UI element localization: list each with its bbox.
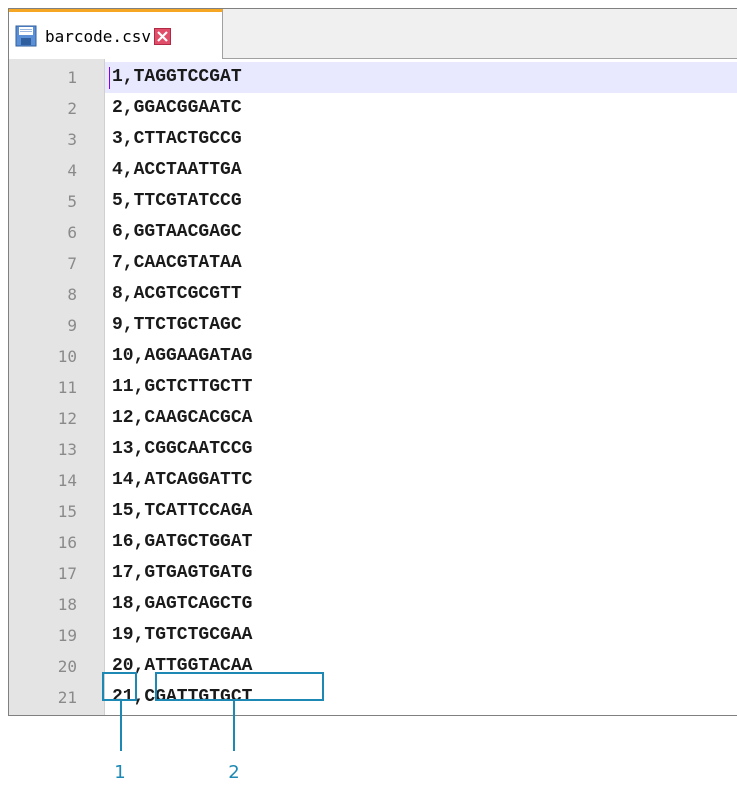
line-number: 8 <box>67 285 77 304</box>
line-number: 21 <box>57 688 77 707</box>
callout-box-1 <box>102 672 137 701</box>
text-caret <box>109 67 110 89</box>
line-text: 8,ACGTCGCGTT <box>112 284 242 304</box>
line-text: 16,GATGCTGGAT <box>112 532 253 552</box>
save-icon <box>15 25 37 47</box>
editor-line[interactable]: 3 3,CTTACTGCCG <box>9 124 737 155</box>
callout-line-1 <box>120 701 122 751</box>
line-number: 5 <box>67 192 77 211</box>
editor-line[interactable]: 7 7,CAACGTATAA <box>9 248 737 279</box>
line-number: 9 <box>67 316 77 335</box>
editor-line[interactable]: 13 13,CGGCAATCCG <box>9 434 737 465</box>
line-number: 17 <box>57 564 77 583</box>
editor-line[interactable]: 18 18,GAGTCAGCTG <box>9 589 737 620</box>
text-editor[interactable]: 1 1,TAGGTCCGAT 2 2,GGACGGAATC 3 3,CTTACTGCCG 4… <box>9 59 737 715</box>
line-number: 2 <box>67 99 77 118</box>
line-text: 3,CTTACTGCCG <box>112 129 242 149</box>
editor-line[interactable]: 1 1,TAGGTCCGAT <box>9 62 737 93</box>
callout-line-2 <box>233 701 235 751</box>
callout-box-2 <box>155 672 324 701</box>
notepad-window: barcode.csv 1 1,TAGGTCCGAT 2 2,GGACGGAATC 3 3… <box>8 8 737 716</box>
line-number: 3 <box>67 130 77 149</box>
line-number: 14 <box>57 471 77 490</box>
tab-bar: barcode.csv <box>9 9 737 59</box>
line-number: 4 <box>67 161 77 180</box>
editor-line[interactable]: 2 2,GGACGGAATC <box>9 93 737 124</box>
line-number: 19 <box>57 626 77 645</box>
line-number: 13 <box>57 440 77 459</box>
editor-line[interactable]: 17 17,GTGAGTGATG <box>9 558 737 589</box>
editor-line[interactable]: 5 5,TTCGTATCCG <box>9 186 737 217</box>
editor-line[interactable]: 8 8,ACGTCGCGTT <box>9 279 737 310</box>
line-text: 13,CGGCAATCCG <box>112 439 253 459</box>
editor-line[interactable]: 19 19,TGTCTGCGAA <box>9 620 737 651</box>
line-number: 6 <box>67 223 77 242</box>
line-text: 5,TTCGTATCCG <box>112 191 242 211</box>
editor-line[interactable]: 4 4,ACCTAATTGA <box>9 155 737 186</box>
line-number: 18 <box>57 595 77 614</box>
editor-line[interactable]: 6 6,GGTAACGAGC <box>9 217 737 248</box>
line-text: 4,ACCTAATTGA <box>112 160 242 180</box>
line-number: 20 <box>57 657 77 676</box>
editor-line[interactable]: 10 10,AGGAAGATAG <box>9 341 737 372</box>
tab-label: barcode.csv <box>45 27 151 46</box>
line-text: 7,CAACGTATAA <box>112 253 242 273</box>
line-number: 1 <box>67 68 77 87</box>
line-text: 2,GGACGGAATC <box>112 98 242 118</box>
line-text: 15,TCATTCCAGA <box>112 501 253 521</box>
editor-line[interactable]: 15 15,TCATTCCAGA <box>9 496 737 527</box>
editor-line[interactable]: 12 12,CAAGCACGCA <box>9 403 737 434</box>
line-text: 17,GTGAGTGATG <box>112 563 253 583</box>
line-text: 6,GGTAACGAGC <box>112 222 242 242</box>
tab-barcode-csv[interactable]: barcode.csv <box>9 9 223 59</box>
line-text: 12,CAAGCACGCA <box>112 408 253 428</box>
line-number: 16 <box>57 533 77 552</box>
line-number: 10 <box>57 347 77 366</box>
line-number: 15 <box>57 502 77 521</box>
close-icon[interactable] <box>153 27 171 45</box>
line-text: 18,GAGTCAGCTG <box>112 594 253 614</box>
editor-line[interactable]: 14 14,ATCAGGATTC <box>9 465 737 496</box>
line-number: 11 <box>57 378 77 397</box>
editor-line[interactable]: 9 9,TTCTGCTAGC <box>9 310 737 341</box>
line-number: 12 <box>57 409 77 428</box>
callout-label-2: 2 <box>228 762 240 783</box>
line-text: 14,ATCAGGATTC <box>112 470 253 490</box>
line-text: 9,TTCTGCTAGC <box>112 315 242 335</box>
line-text: 10,AGGAAGATAG <box>112 346 253 366</box>
line-number: 7 <box>67 254 77 273</box>
callout-label-1: 1 <box>114 762 126 783</box>
line-text: 19,TGTCTGCGAA <box>112 625 253 645</box>
editor-line[interactable]: 16 16,GATGCTGGAT <box>9 527 737 558</box>
editor-line[interactable]: 11 11,GCTCTTGCTT <box>9 372 737 403</box>
line-text: 11,GCTCTTGCTT <box>112 377 253 397</box>
line-text: 1,TAGGTCCGAT <box>112 67 242 87</box>
